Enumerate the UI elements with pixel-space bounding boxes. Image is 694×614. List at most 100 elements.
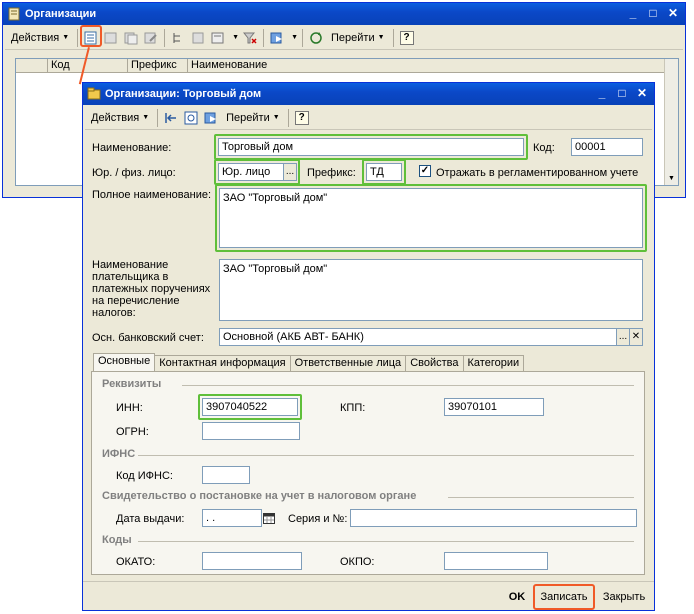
code-input[interactable]: 00001 [571,138,643,156]
organization-dialog: Организации: Торговый дом _ □ ✕ Действия… [82,82,655,611]
kpp-label: КПП: [340,402,366,414]
actions-menu[interactable]: Действия ▼ [7,28,73,48]
minimize-button[interactable]: _ [593,86,611,102]
edit-icon[interactable] [142,29,160,47]
maximize-button[interactable]: □ [644,6,662,22]
goto-menu[interactable]: Перейти ▼ [327,28,389,48]
section-certificate-title: Свидетельство о постановке на учет в нал… [102,490,417,502]
close-dialog-button[interactable]: Закрыть [597,586,651,608]
tab-contacts[interactable]: Контактная информация [154,355,291,371]
chevron-down-icon: ▼ [62,34,70,41]
back-arrow-icon[interactable] [162,109,180,127]
help-icon[interactable]: ? [293,109,311,127]
help-icon[interactable]: ? [398,29,416,47]
section-divider [138,455,634,456]
tab-strip: Основные Контактная информация Ответстве… [93,353,525,371]
tab-panel-main: Реквизиты ИНН: 3907040522 КПП: 39070101 … [91,371,645,575]
documents-icon[interactable] [268,29,286,47]
catalog-icon [8,7,20,21]
add-group-icon[interactable] [102,29,120,47]
dialog-toolbar: Действия ▼ Перейти ▼ ? [85,106,652,130]
cert-series-label: Серия и №: [288,513,348,525]
reread-icon[interactable] [182,109,200,127]
section-divider [138,541,634,542]
dialog-titlebar[interactable]: Организации: Торговый дом _ □ ✕ [83,83,654,105]
highlight-prefix [362,159,406,185]
ogrn-label: ОГРН: [116,426,149,438]
move-icon[interactable] [189,29,207,47]
column-header-code[interactable]: Код [48,59,128,72]
hierarchy-icon[interactable] [169,29,187,47]
okato-input[interactable] [202,552,302,570]
toolbar-separator [287,108,289,127]
list-window-title: Организации [25,8,97,20]
toolbar-separator [164,28,166,47]
calendar-icon[interactable] [263,512,275,524]
tab-categories[interactable]: Категории [462,355,525,371]
kpp-input[interactable]: 39070101 [444,398,544,416]
list-window-titlebar[interactable]: Организации _ □ ✕ [3,3,685,25]
chevron-down-icon: ▼ [377,34,385,41]
okpo-input[interactable] [444,552,548,570]
payer-name-label: Наименование плательщика в платежных пор… [92,259,211,319]
prefix-label: Префикс: [307,167,356,179]
section-divider [448,497,634,498]
scroll-down-icon[interactable]: ▼ [665,172,678,185]
highlight-entity-type [214,159,300,185]
list-scrollbar[interactable]: ▼ [664,59,678,185]
column-header-name[interactable]: Наименование [188,59,678,72]
ok-button[interactable]: OK [503,586,531,608]
dialog-title: Организации: Торговый дом [105,88,262,100]
documents-icon[interactable] [202,109,220,127]
toolbar-separator [263,28,265,47]
chevron-down-icon[interactable]: ▼ [232,34,239,41]
actions-menu[interactable]: Действия ▼ [87,108,153,128]
tab-main[interactable]: Основные [93,353,156,371]
ogrn-input[interactable] [202,422,300,440]
toolbar-separator [302,28,304,47]
chevron-down-icon: ▼ [142,114,150,121]
bottom-divider [83,581,654,582]
minimize-button[interactable]: _ [624,6,642,22]
okato-label: ОКАТО: [116,556,156,568]
section-ifns-title: ИФНС [102,448,136,460]
bank-account-select-button[interactable]: ... [616,328,630,346]
cert-series-input[interactable] [350,509,637,527]
reflect-checkbox[interactable]: ✓ [419,165,431,177]
close-button[interactable]: ✕ [633,86,651,102]
section-details-title: Реквизиты [102,378,162,390]
toolbar-separator [392,28,394,47]
goto-menu[interactable]: Перейти ▼ [222,108,284,128]
column-header-icon [16,59,48,72]
tab-properties[interactable]: Свойства [405,355,464,371]
ifns-code-label: Код ИФНС: [116,470,173,482]
bank-account-input[interactable]: Основной (АКБ АВТ- БАНК) [219,328,617,346]
refresh-icon[interactable] [307,29,325,47]
highlight-full-name [215,184,647,252]
list-toolbar: Действия ▼ ▼ ▼ Перейти ▼ ? [5,26,683,50]
code-label: Код: [533,142,555,154]
close-button[interactable]: ✕ [664,6,682,22]
issue-date-input[interactable]: . . [202,509,262,527]
payer-name-textarea[interactable]: ЗАО "Торговый дом" [219,259,643,321]
maximize-button[interactable]: □ [613,86,631,102]
chevron-down-icon: ▼ [272,114,280,121]
bank-account-clear-button[interactable]: ✕ [629,328,643,346]
inn-label: ИНН: [116,402,143,414]
section-codes-title: Коды [102,534,132,546]
list-header: Код Префикс Наименование [16,59,678,73]
ifns-code-input[interactable] [202,466,250,484]
copy-icon[interactable] [122,29,140,47]
issue-date-label: Дата выдачи: [116,513,185,525]
highlight-inn [198,394,302,420]
tab-responsible[interactable]: Ответственные лица [289,355,407,371]
filter-list-icon[interactable] [209,29,227,47]
reflect-label[interactable]: Отражать в регламентированном учете [436,167,638,179]
chevron-down-icon[interactable]: ▼ [291,34,298,41]
column-header-prefix[interactable]: Префикс [128,59,188,72]
highlight-add-button [80,25,102,47]
highlight-save [533,584,595,610]
filter-clear-icon[interactable] [241,29,259,47]
section-divider [182,385,634,386]
toolbar-separator [157,108,159,127]
